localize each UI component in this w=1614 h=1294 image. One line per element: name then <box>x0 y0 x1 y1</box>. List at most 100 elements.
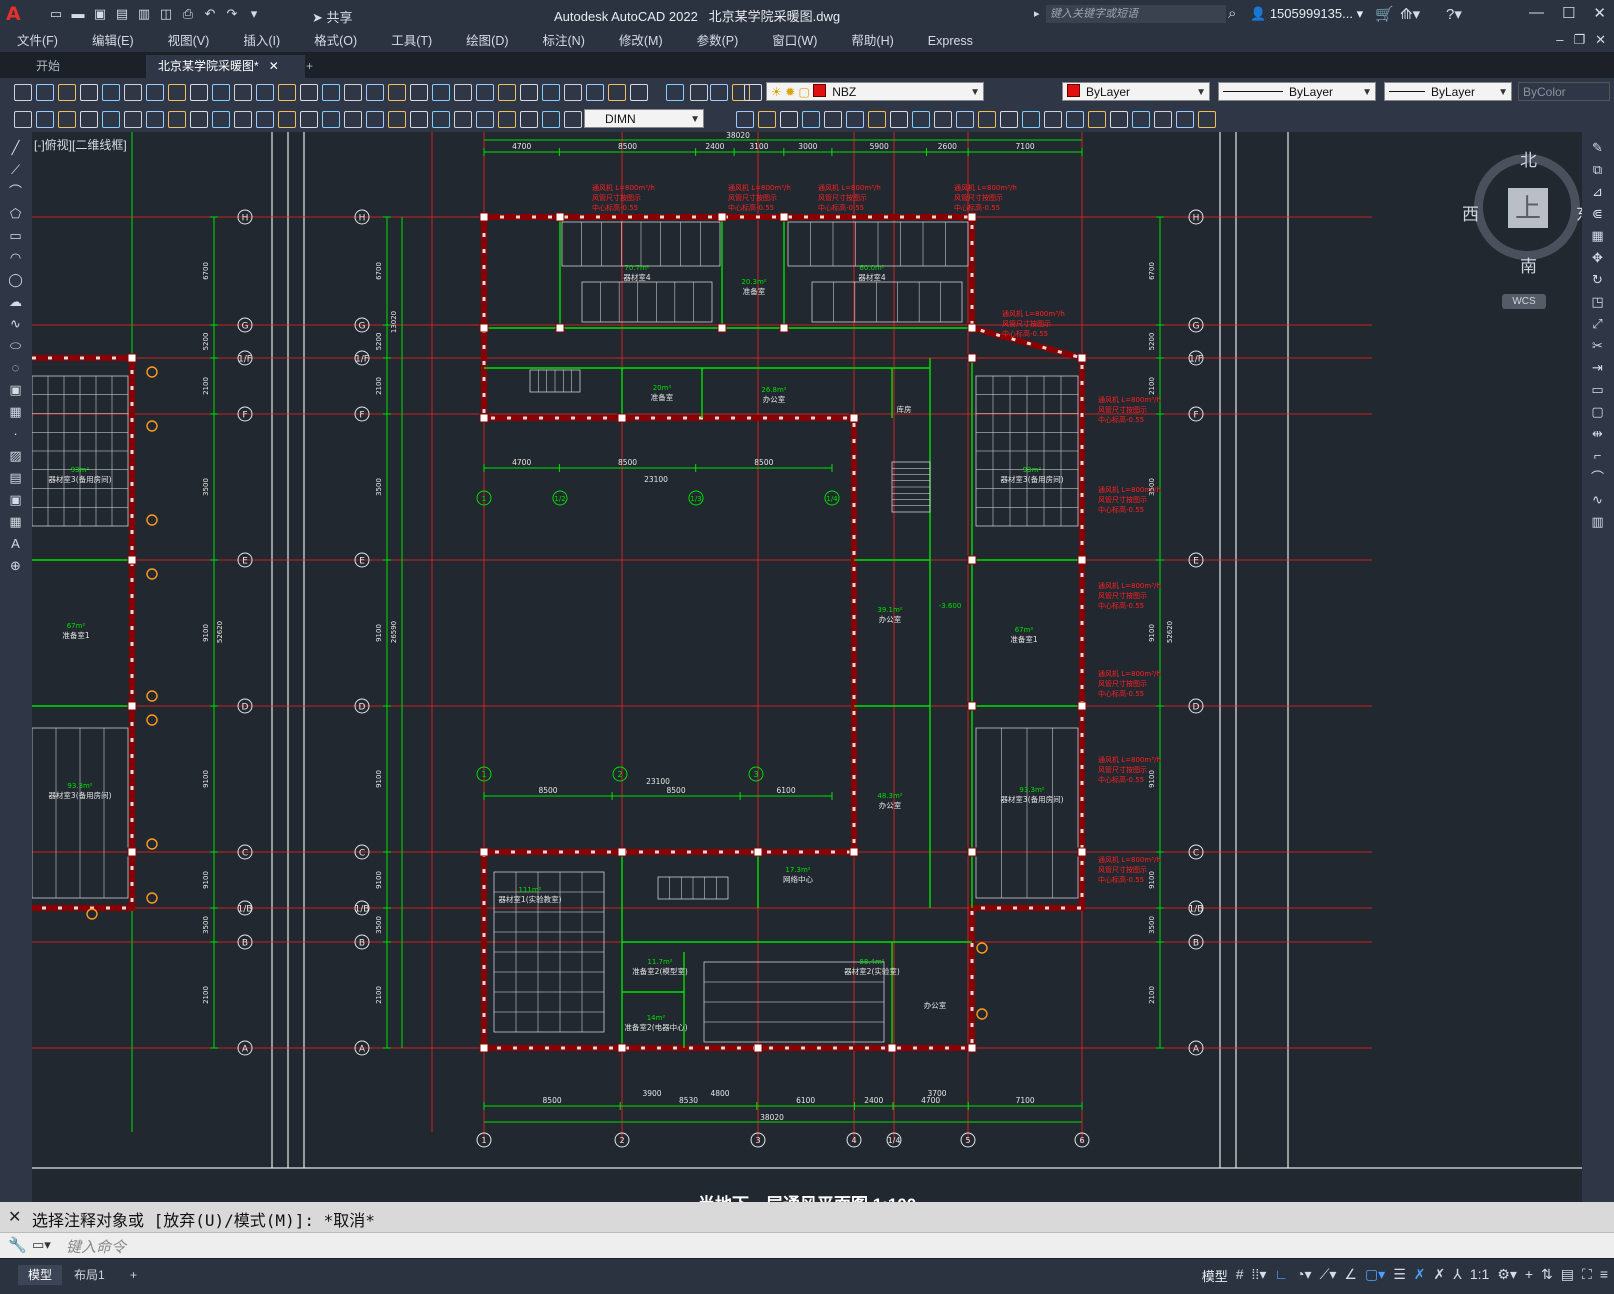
modify-tool-icon[interactable]: ⧉ <box>1590 162 1605 177</box>
standard-tool-icon[interactable] <box>256 84 274 101</box>
draw-tool-icon[interactable] <box>388 111 406 128</box>
draw-tool-icon[interactable] <box>1088 111 1106 128</box>
publish-icon[interactable]: ▥ <box>136 6 152 22</box>
standard-tool-icon[interactable] <box>146 84 164 101</box>
draw-tool-icon[interactable]: ⬠ <box>8 206 23 221</box>
customize-icon[interactable]: ≡ <box>1600 1266 1608 1285</box>
draw-tool-icon[interactable] <box>890 111 908 128</box>
standard-tool-icon[interactable] <box>14 84 32 101</box>
menu-parametric[interactable]: 参数(P) <box>680 30 756 52</box>
modify-tool-icon[interactable]: ✥ <box>1590 250 1605 265</box>
draw-tool-icon[interactable]: ▣ <box>8 382 23 397</box>
draw-tool-icon[interactable] <box>476 111 494 128</box>
draw-tool-icon[interactable] <box>564 111 582 128</box>
draw-tool-icon[interactable] <box>498 111 516 128</box>
lineweight-dropdown[interactable]: ByLayer ▼ <box>1384 82 1512 101</box>
user-account[interactable]: 👤 1505999135... ▾ <box>1250 6 1363 22</box>
draw-tool-icon[interactable] <box>824 111 842 128</box>
menu-help[interactable]: 帮助(H) <box>834 30 910 52</box>
menu-modify[interactable]: 修改(M) <box>602 30 680 52</box>
modify-tool-icon[interactable]: ⋐ <box>1590 206 1605 221</box>
viewport-label[interactable]: [-]俯视][二维线框] <box>34 136 127 153</box>
draw-tool-icon[interactable] <box>1066 111 1084 128</box>
draw-tool-icon[interactable]: ∿ <box>8 316 23 331</box>
draw-tool-icon[interactable] <box>234 111 252 128</box>
menu-express[interactable]: Express <box>911 30 990 52</box>
menu-draw[interactable]: 绘图(D) <box>449 30 525 52</box>
standard-tool-icon[interactable] <box>564 84 582 101</box>
draw-tool-icon[interactable] <box>256 111 274 128</box>
standard-tool-icon[interactable] <box>124 84 142 101</box>
add-layout-button[interactable]: + <box>120 1265 147 1285</box>
standard-tool-icon[interactable] <box>80 84 98 101</box>
standard-tool-icon[interactable] <box>608 84 626 101</box>
tab-start[interactable]: 开始 <box>24 55 72 78</box>
draw-tool-icon[interactable]: ▨ <box>8 448 23 463</box>
menu-tools[interactable]: 工具(T) <box>374 30 449 52</box>
tab-close-icon[interactable]: ✕ <box>269 59 279 73</box>
draw-tool-icon[interactable]: ⬭ <box>8 338 23 353</box>
menu-file[interactable]: 文件(F) <box>0 30 75 52</box>
settings-gear-icon[interactable]: ⚙▾ <box>1497 1266 1517 1285</box>
model-space-button[interactable]: 模型 <box>1202 1266 1228 1285</box>
isodraft-icon[interactable]: ⟋▾ <box>1320 1266 1337 1285</box>
cart-icon[interactable]: 🛒 <box>1375 5 1394 23</box>
draw-tool-icon[interactable] <box>36 111 54 128</box>
standard-tool-icon[interactable] <box>212 84 230 101</box>
draw-tool-icon[interactable] <box>1044 111 1062 128</box>
menu-window[interactable]: 窗口(W) <box>755 30 834 52</box>
web-icon[interactable]: ◫ <box>158 6 174 22</box>
standard-tool-icon[interactable] <box>586 84 604 101</box>
draw-tool-icon[interactable]: ╱ <box>8 140 23 155</box>
standard-tool-icon[interactable] <box>432 84 450 101</box>
new-icon[interactable]: ▭ <box>48 6 64 22</box>
standard-tool-icon[interactable] <box>190 84 208 101</box>
help-search-input[interactable]: 键入关键字或短语 <box>1046 5 1226 23</box>
plotstyle-dropdown[interactable]: ByColor <box>1518 82 1610 101</box>
standard-tool-icon[interactable] <box>542 84 560 101</box>
standard-tool-icon[interactable] <box>58 84 76 101</box>
draw-tool-icon[interactable] <box>780 111 798 128</box>
lineweight-icon[interactable]: ☰ <box>1393 1266 1406 1285</box>
standard-tool-icon[interactable] <box>278 84 296 101</box>
modify-tool-icon[interactable]: ✂ <box>1590 338 1605 353</box>
standard-tool-icon[interactable] <box>344 84 362 101</box>
draw-tool-icon[interactable] <box>868 111 886 128</box>
standard-tool-icon[interactable] <box>498 84 516 101</box>
wrench-icon[interactable]: 🔧 <box>8 1236 27 1254</box>
open-icon[interactable]: ▬ <box>70 6 86 22</box>
draw-tool-icon[interactable] <box>278 111 296 128</box>
a360-icon[interactable]: ⟰▾ <box>1400 5 1420 23</box>
draw-tool-icon[interactable]: ◯ <box>8 272 23 287</box>
annotation-scale-icon[interactable]: ⅄ <box>1453 1266 1462 1285</box>
standard-tool-icon[interactable] <box>520 84 538 101</box>
standard-tool-icon[interactable] <box>630 84 648 101</box>
compass-west[interactable]: 西 <box>1462 200 1479 225</box>
modify-tool-icon[interactable]: ∿ <box>1590 492 1605 507</box>
draw-tool-icon[interactable]: A <box>8 536 23 551</box>
print-icon[interactable]: ⎙ <box>180 6 196 22</box>
draw-tool-icon[interactable] <box>1022 111 1040 128</box>
draw-tool-icon[interactable]: ▤ <box>8 470 23 485</box>
annotation-visibility-icon[interactable]: ✗ <box>1414 1266 1426 1285</box>
modify-tool-icon[interactable]: ▥ <box>1590 514 1605 529</box>
menu-format[interactable]: 格式(O) <box>297 30 374 52</box>
dimstyle-dropdown[interactable]: DIMN ▼ <box>584 109 704 128</box>
quick-properties-icon[interactable]: ▤ <box>1561 1266 1574 1285</box>
standard-tool-icon[interactable] <box>300 84 318 101</box>
clean-screen-icon[interactable]: ⛶ <box>1582 1266 1592 1285</box>
draw-tool-icon[interactable] <box>934 111 952 128</box>
search-icon[interactable]: ⌕ <box>1228 5 1236 22</box>
standard-tool-icon[interactable] <box>234 84 252 101</box>
autocad-logo[interactable]: A <box>6 3 28 25</box>
save-icon[interactable]: ▣ <box>92 6 108 22</box>
menu-insert[interactable]: 插入(I) <box>226 30 297 52</box>
doc-minimize-icon[interactable]: – <box>1556 32 1563 48</box>
draw-tool-icon[interactable]: ⌒ <box>8 184 23 199</box>
layer-dropdown[interactable]: ☀ ✹ ▢ NBZ ▼ <box>766 82 984 101</box>
standard-tool-icon[interactable] <box>744 84 762 101</box>
draw-tool-icon[interactable]: ☁ <box>8 294 23 309</box>
modify-tool-icon[interactable]: ⤢ <box>1590 316 1605 331</box>
saveas-icon[interactable]: ▤ <box>114 6 130 22</box>
standard-tool-icon[interactable] <box>666 84 684 101</box>
